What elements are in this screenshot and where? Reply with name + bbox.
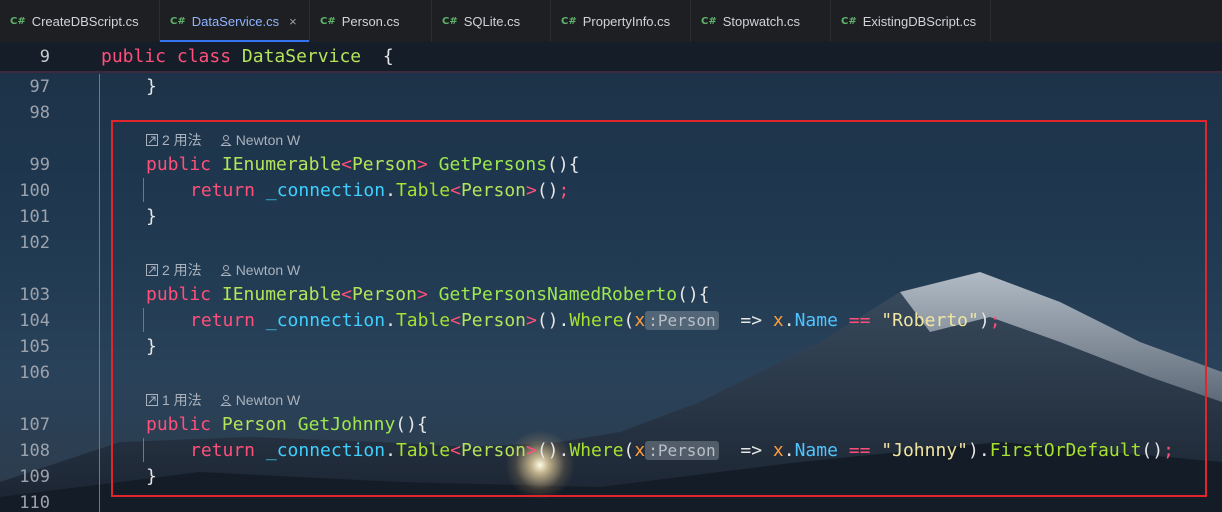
line-number: 9 <box>39 47 50 67</box>
line-number: 104 <box>19 311 50 331</box>
tab-createdbscript[interactable]: C# CreateDBScript.cs <box>0 0 160 42</box>
line-number: 110 <box>19 493 50 512</box>
line-number: 99 <box>29 155 50 175</box>
indent-guide <box>99 74 100 512</box>
tab-existingdbscript[interactable]: C# ExistingDBScript.cs <box>831 0 991 42</box>
close-icon[interactable]: × <box>289 14 297 29</box>
line-number: 103 <box>19 285 50 305</box>
tab-label: ExistingDBScript.cs <box>862 13 977 29</box>
csharp-file-icon: C# <box>841 15 857 27</box>
tab-label: Person.cs <box>341 13 400 29</box>
line-number: 107 <box>19 415 50 435</box>
tab-label: Stopwatch.cs <box>722 13 801 29</box>
tab-label: CreateDBScript.cs <box>31 13 139 29</box>
csharp-file-icon: C# <box>561 15 577 27</box>
line-number: 101 <box>19 207 50 227</box>
line-number: 100 <box>19 181 50 201</box>
tab-stopwatch[interactable]: C# Stopwatch.cs <box>691 0 831 42</box>
editor-tab-bar: C# CreateDBScript.cs C# DataService.cs ×… <box>0 0 1222 42</box>
sticky-scope-header[interactable]: 9 public class DataService { <box>0 42 1222 73</box>
highlight-box <box>111 120 1207 497</box>
csharp-file-icon: C# <box>170 15 186 27</box>
csharp-file-icon: C# <box>701 15 717 27</box>
csharp-file-icon: C# <box>442 15 458 27</box>
line-number: 106 <box>19 363 50 383</box>
line-number: 98 <box>29 103 50 123</box>
line-number: 97 <box>29 77 50 97</box>
tab-label: PropertyInfo.cs <box>582 13 671 29</box>
tab-propertyinfo[interactable]: C# PropertyInfo.cs <box>551 0 691 42</box>
line-number: 108 <box>19 441 50 461</box>
line-number: 105 <box>19 337 50 357</box>
csharp-file-icon: C# <box>320 15 336 27</box>
tab-sqlite[interactable]: C# SQLite.cs <box>432 0 551 42</box>
class-declaration: public class DataService { <box>101 46 394 67</box>
line-number: 102 <box>19 233 50 253</box>
tab-label: SQLite.cs <box>463 13 521 29</box>
csharp-file-icon: C# <box>10 15 26 27</box>
tab-label: DataService.cs <box>191 13 280 29</box>
line-number: 109 <box>19 467 50 487</box>
tab-person[interactable]: C# Person.cs <box>310 0 432 42</box>
tab-dataservice[interactable]: C# DataService.cs × <box>160 0 310 42</box>
closing-brace: } <box>146 76 157 97</box>
